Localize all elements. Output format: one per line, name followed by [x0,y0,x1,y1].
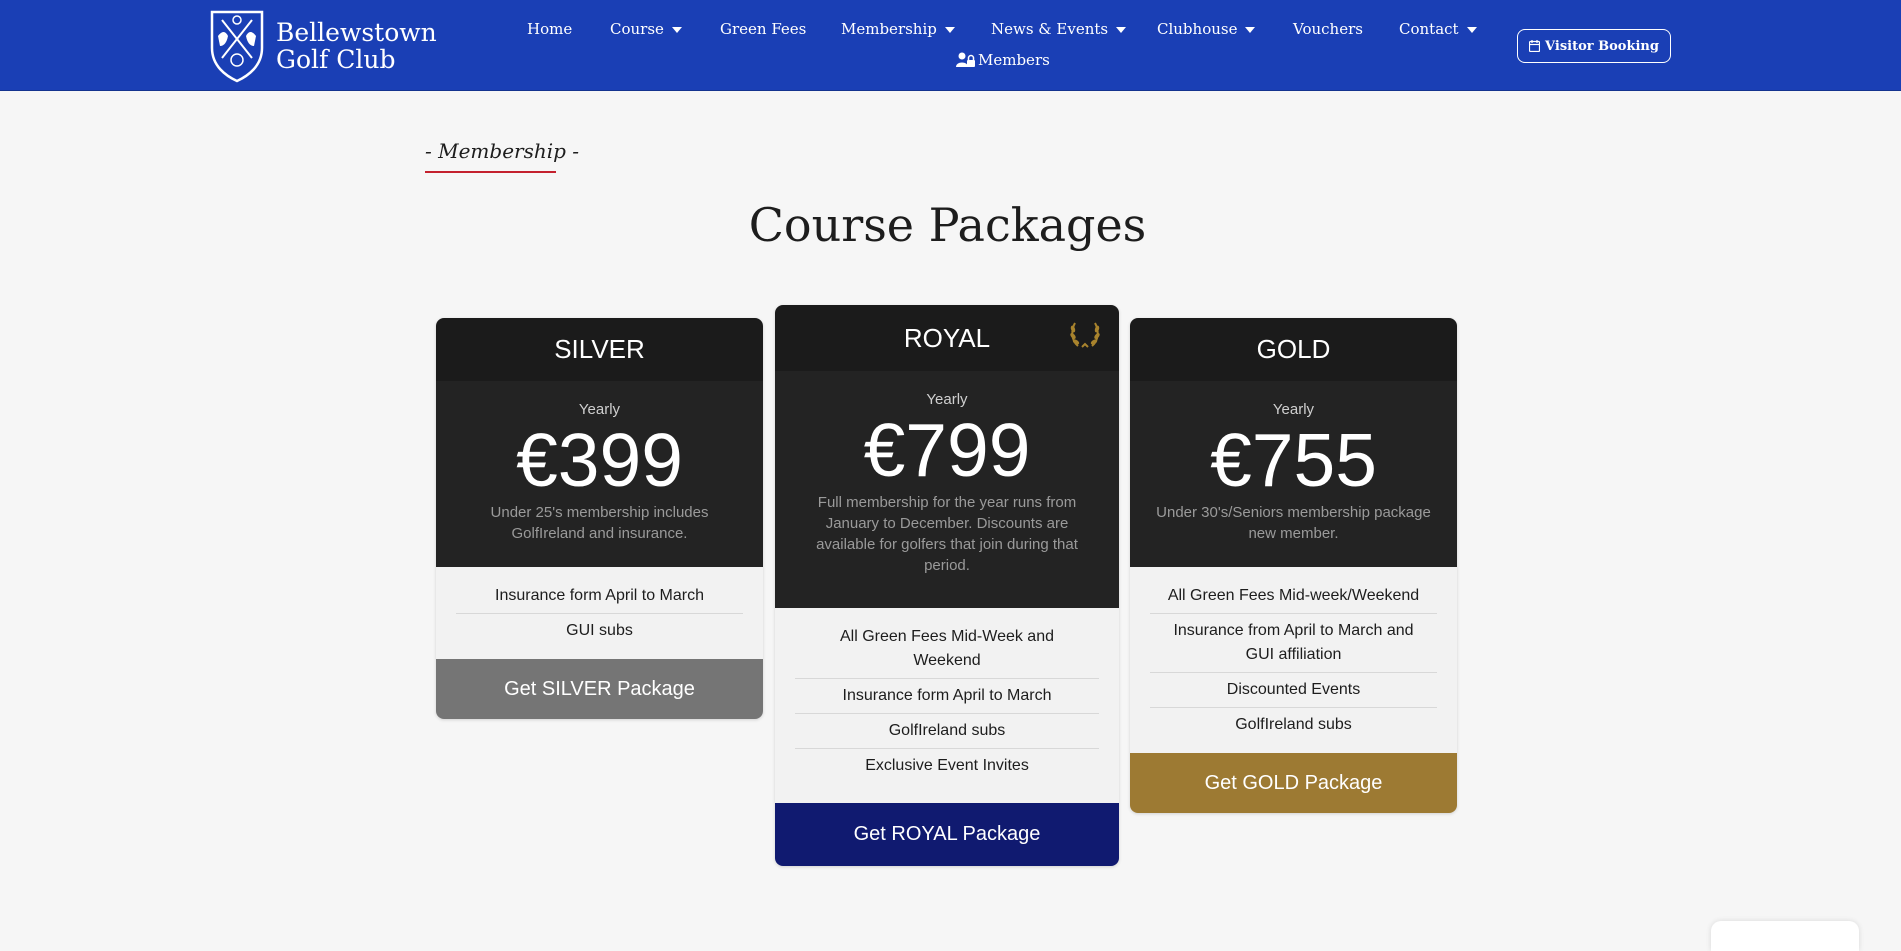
nav-item-home[interactable]: Home [527,20,572,38]
package-card-silver: SILVER Yearly €399 Under 25's membership… [436,318,763,719]
caret-down-icon [1245,27,1256,33]
package-name-label: GOLD [1256,334,1331,364]
nav-item-news-events[interactable]: News & Events [991,20,1127,38]
get-gold-package-button[interactable]: Get GOLD Package [1130,753,1457,813]
club-crest-icon [210,10,264,83]
package-name-label: ROYAL [903,322,991,353]
nav-item-course[interactable]: Course [610,20,682,38]
package-name: ROYAL [775,305,1119,371]
page-title: Course Packages [748,198,1147,252]
feature-item: Discounted Events [1150,673,1437,708]
feature-item: GolfIreland subs [1235,716,1352,733]
feature-list: All Green Fees Mid-week/Weekend Insuranc… [1130,567,1457,742]
feature-item: Exclusive Event Invites [865,757,1029,774]
visitor-booking-button[interactable]: Visitor Booking [1517,29,1671,63]
laurel-wreath-icon [1070,322,1100,348]
calendar-icon [1529,40,1541,52]
nav-item-label: Green Fees [720,20,807,38]
nav-item-label: Vouchers [1293,20,1363,38]
caret-down-icon [1116,27,1127,33]
billing-period: Yearly [926,391,968,408]
nav-item-label: News & Events [991,20,1109,38]
nav-item-label: Course [610,20,664,38]
nav-item-clubhouse[interactable]: Clubhouse [1157,20,1256,38]
members-label: Members [978,51,1050,69]
get-silver-package-button[interactable]: Get SILVER Package [436,659,763,719]
feature-item: GUI subs [566,622,633,639]
package-name: SILVER [436,318,763,381]
feature-item: Insurance from April to March and GUI af… [1150,614,1437,673]
club-name: Bellewstown Golf Club [276,19,437,73]
feature-item: GolfIreland subs [795,714,1099,749]
package-price: €399 [516,418,683,502]
feature-item: All Green Fees Mid-Week and Weekend [795,620,1099,679]
chat-widget-tab[interactable] [1711,921,1859,951]
nav-item-contact[interactable]: Contact [1399,20,1477,38]
billing-period: Yearly [578,401,621,418]
package-description: Under 30's/Seniors membership package ne… [1156,504,1431,542]
package-price: €755 [1210,418,1377,502]
package-card-gold: GOLD Yearly €755 Under 30's/Seniors memb… [1130,318,1457,813]
caret-down-icon [671,27,682,33]
feature-list: Insurance form April to March GUI subs [436,567,763,648]
nav-item-label: Contact [1399,20,1459,38]
caret-down-icon [1466,27,1477,33]
price-block: Yearly €399 Under 25's membership includ… [436,381,763,567]
club-logo[interactable]: Bellewstown Golf Club [208,8,437,84]
cta-label: Get GOLD Package [1204,771,1383,794]
package-name-label: SILVER [554,334,645,364]
nav-item-green-fees[interactable]: Green Fees [720,20,806,38]
get-royal-package-button[interactable]: Get ROYAL Package [775,803,1119,866]
site-header: Bellewstown Golf Club Home Course Green … [0,0,1901,91]
nav-item-membership[interactable]: Membership [841,20,955,38]
feature-item: Insurance form April to March [456,579,743,614]
user-lock-icon [956,52,975,67]
nav-item-label: Membership [841,20,937,38]
club-name-line2: Golf Club [276,45,396,74]
nav-item-vouchers[interactable]: Vouchers [1293,20,1363,38]
package-description: Full membership for the year runs from J… [816,494,1078,574]
eyebrow-underline [425,171,556,173]
feature-list: All Green Fees Mid-Week and Weekend Insu… [775,608,1119,783]
club-name-line1: Bellewstown [276,18,437,47]
members-login-link[interactable]: Members [956,51,1050,69]
section-eyebrow: - Membership - [425,139,580,163]
package-name: GOLD [1130,318,1457,381]
caret-down-icon [944,27,955,33]
package-description: Under 25's membership includes GolfIrela… [490,504,709,542]
price-block: Yearly €799 Full membership for the year… [775,371,1119,608]
nav-item-label: Clubhouse [1157,20,1238,38]
cta-label: Get ROYAL Package [853,823,1041,845]
feature-item: All Green Fees Mid-week/Weekend [1150,579,1437,614]
feature-item: Insurance form April to March [795,679,1099,714]
visitor-booking-label: Visitor Booking [1545,38,1659,54]
nav-item-label: Home [527,20,573,38]
billing-period: Yearly [1272,401,1315,418]
cta-label: Get SILVER Package [504,677,695,700]
package-price: €799 [863,408,1031,492]
package-card-royal: ROYAL Yearly €799 Full membership for th… [775,305,1119,866]
price-block: Yearly €755 Under 30's/Seniors membershi… [1130,381,1457,567]
